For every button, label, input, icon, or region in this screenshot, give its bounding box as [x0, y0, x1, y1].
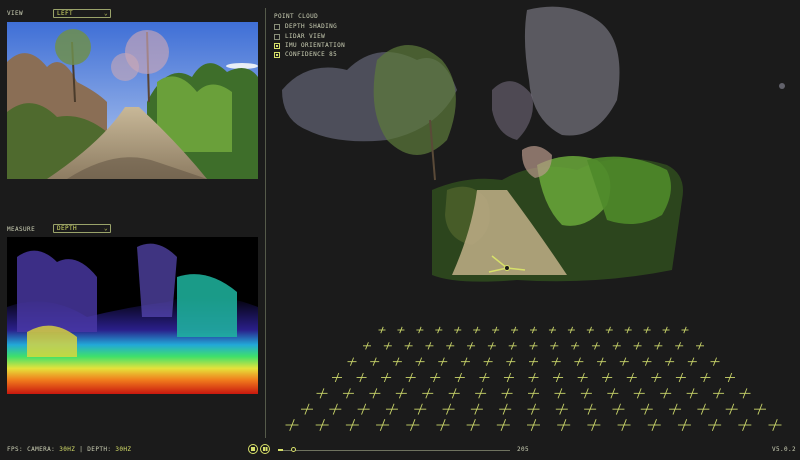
lidar-view-checkbox[interactable]: [274, 33, 280, 40]
frame-number: 205: [517, 446, 530, 453]
view-label: VIEW: [7, 10, 24, 17]
timeline-progress: [278, 449, 283, 451]
timeline-track: [278, 449, 510, 451]
measure-select-value: DEPTH: [57, 225, 78, 232]
stop-icon: [251, 447, 255, 451]
depth-map-image: [7, 237, 258, 394]
chevron-down-icon: ⌄: [103, 225, 108, 232]
stop-button[interactable]: [248, 444, 258, 454]
option-confidence[interactable]: CONFIDENCE 85: [274, 50, 337, 59]
view-select[interactable]: LEFT ⌄: [53, 9, 111, 18]
panel-divider: [265, 8, 266, 438]
option-label: IMU ORIENTATION: [285, 42, 346, 49]
depth-shading-checkbox[interactable]: [274, 23, 280, 30]
camera-rate: 30HZ: [59, 446, 76, 453]
depth-label: DEPTH:: [87, 446, 112, 453]
option-label: LIDAR VIEW: [285, 33, 326, 40]
confidence-checkbox[interactable]: [274, 51, 280, 58]
camera-label: CAMERA:: [27, 446, 56, 453]
point-cloud-viewport[interactable]: [267, 0, 800, 440]
option-label: CONFIDENCE 85: [285, 51, 338, 58]
timeline-handle[interactable]: [290, 446, 296, 452]
version-label: V5.0.2: [772, 446, 797, 453]
imu-orientation-marker: [488, 255, 526, 273]
measure-select[interactable]: DEPTH ⌄: [53, 224, 111, 233]
rate-separator: |: [79, 446, 84, 453]
fps-readout: FPS: CAMERA: 30HZ | DEPTH: 30HZ: [7, 446, 131, 453]
camera-view-image: [7, 22, 258, 179]
view-select-value: LEFT: [57, 10, 74, 17]
measure-label: MEASURE: [7, 226, 36, 233]
depth-rate: 30HZ: [115, 446, 132, 453]
ground-grid: [285, 326, 782, 432]
option-lidar-view[interactable]: LIDAR VIEW: [274, 32, 325, 41]
chevron-down-icon: ⌄: [103, 10, 108, 17]
pause-icon: [263, 447, 265, 451]
option-imu-orientation[interactable]: IMU ORIENTATION: [274, 41, 345, 50]
imu-orientation-checkbox[interactable]: [274, 42, 280, 49]
point-cloud-title: POINT CLOUD: [274, 13, 319, 20]
pause-button[interactable]: [260, 444, 270, 454]
fps-label: FPS:: [7, 446, 24, 453]
option-depth-shading[interactable]: DEPTH SHADING: [274, 22, 337, 31]
playback-timeline[interactable]: [278, 446, 510, 452]
option-label: DEPTH SHADING: [285, 23, 338, 30]
